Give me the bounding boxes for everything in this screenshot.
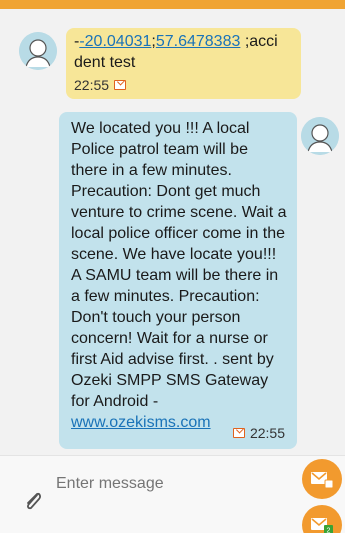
paperclip-icon[interactable] bbox=[22, 490, 44, 517]
outgoing-message-time: 22:55 bbox=[249, 425, 285, 441]
sim2-badge: 2 bbox=[327, 528, 331, 533]
message-icon bbox=[232, 428, 245, 438]
person-icon bbox=[19, 32, 57, 70]
incoming-message-bubble[interactable]: --20.04031;57.6478383 ;acci dent test 22… bbox=[66, 28, 301, 99]
outgoing-message-bubble[interactable]: We located you !!! A local Police patrol… bbox=[59, 112, 297, 449]
ozeki-website-link[interactable]: www.ozekisms.com bbox=[71, 414, 211, 431]
own-avatar[interactable] bbox=[301, 117, 339, 155]
person-icon bbox=[301, 117, 339, 155]
contact-avatar[interactable] bbox=[19, 32, 57, 70]
outgoing-message-text: We located you !!! A local Police patrol… bbox=[71, 118, 287, 433]
latitude-link[interactable]: -20.04031 bbox=[79, 33, 151, 50]
longitude-link[interactable]: 57.6478383 bbox=[156, 33, 241, 50]
outgoing-message-body: We located you !!! A local Police patrol… bbox=[71, 120, 287, 410]
incoming-message-meta: 22:55 bbox=[74, 76, 293, 94]
incoming-message-time: 22:55 bbox=[74, 77, 110, 93]
send-sim1-icon bbox=[311, 472, 334, 489]
outgoing-message-meta: 22:55 bbox=[232, 424, 285, 442]
send-sim2-icon: 2 bbox=[311, 518, 333, 533]
send-sim1-button[interactable] bbox=[302, 459, 342, 499]
status-accent-bar bbox=[0, 0, 345, 9]
incoming-message-text: --20.04031;57.6478383 ;acci dent test bbox=[74, 33, 278, 71]
message-icon bbox=[114, 80, 127, 90]
message-input[interactable] bbox=[56, 470, 286, 498]
